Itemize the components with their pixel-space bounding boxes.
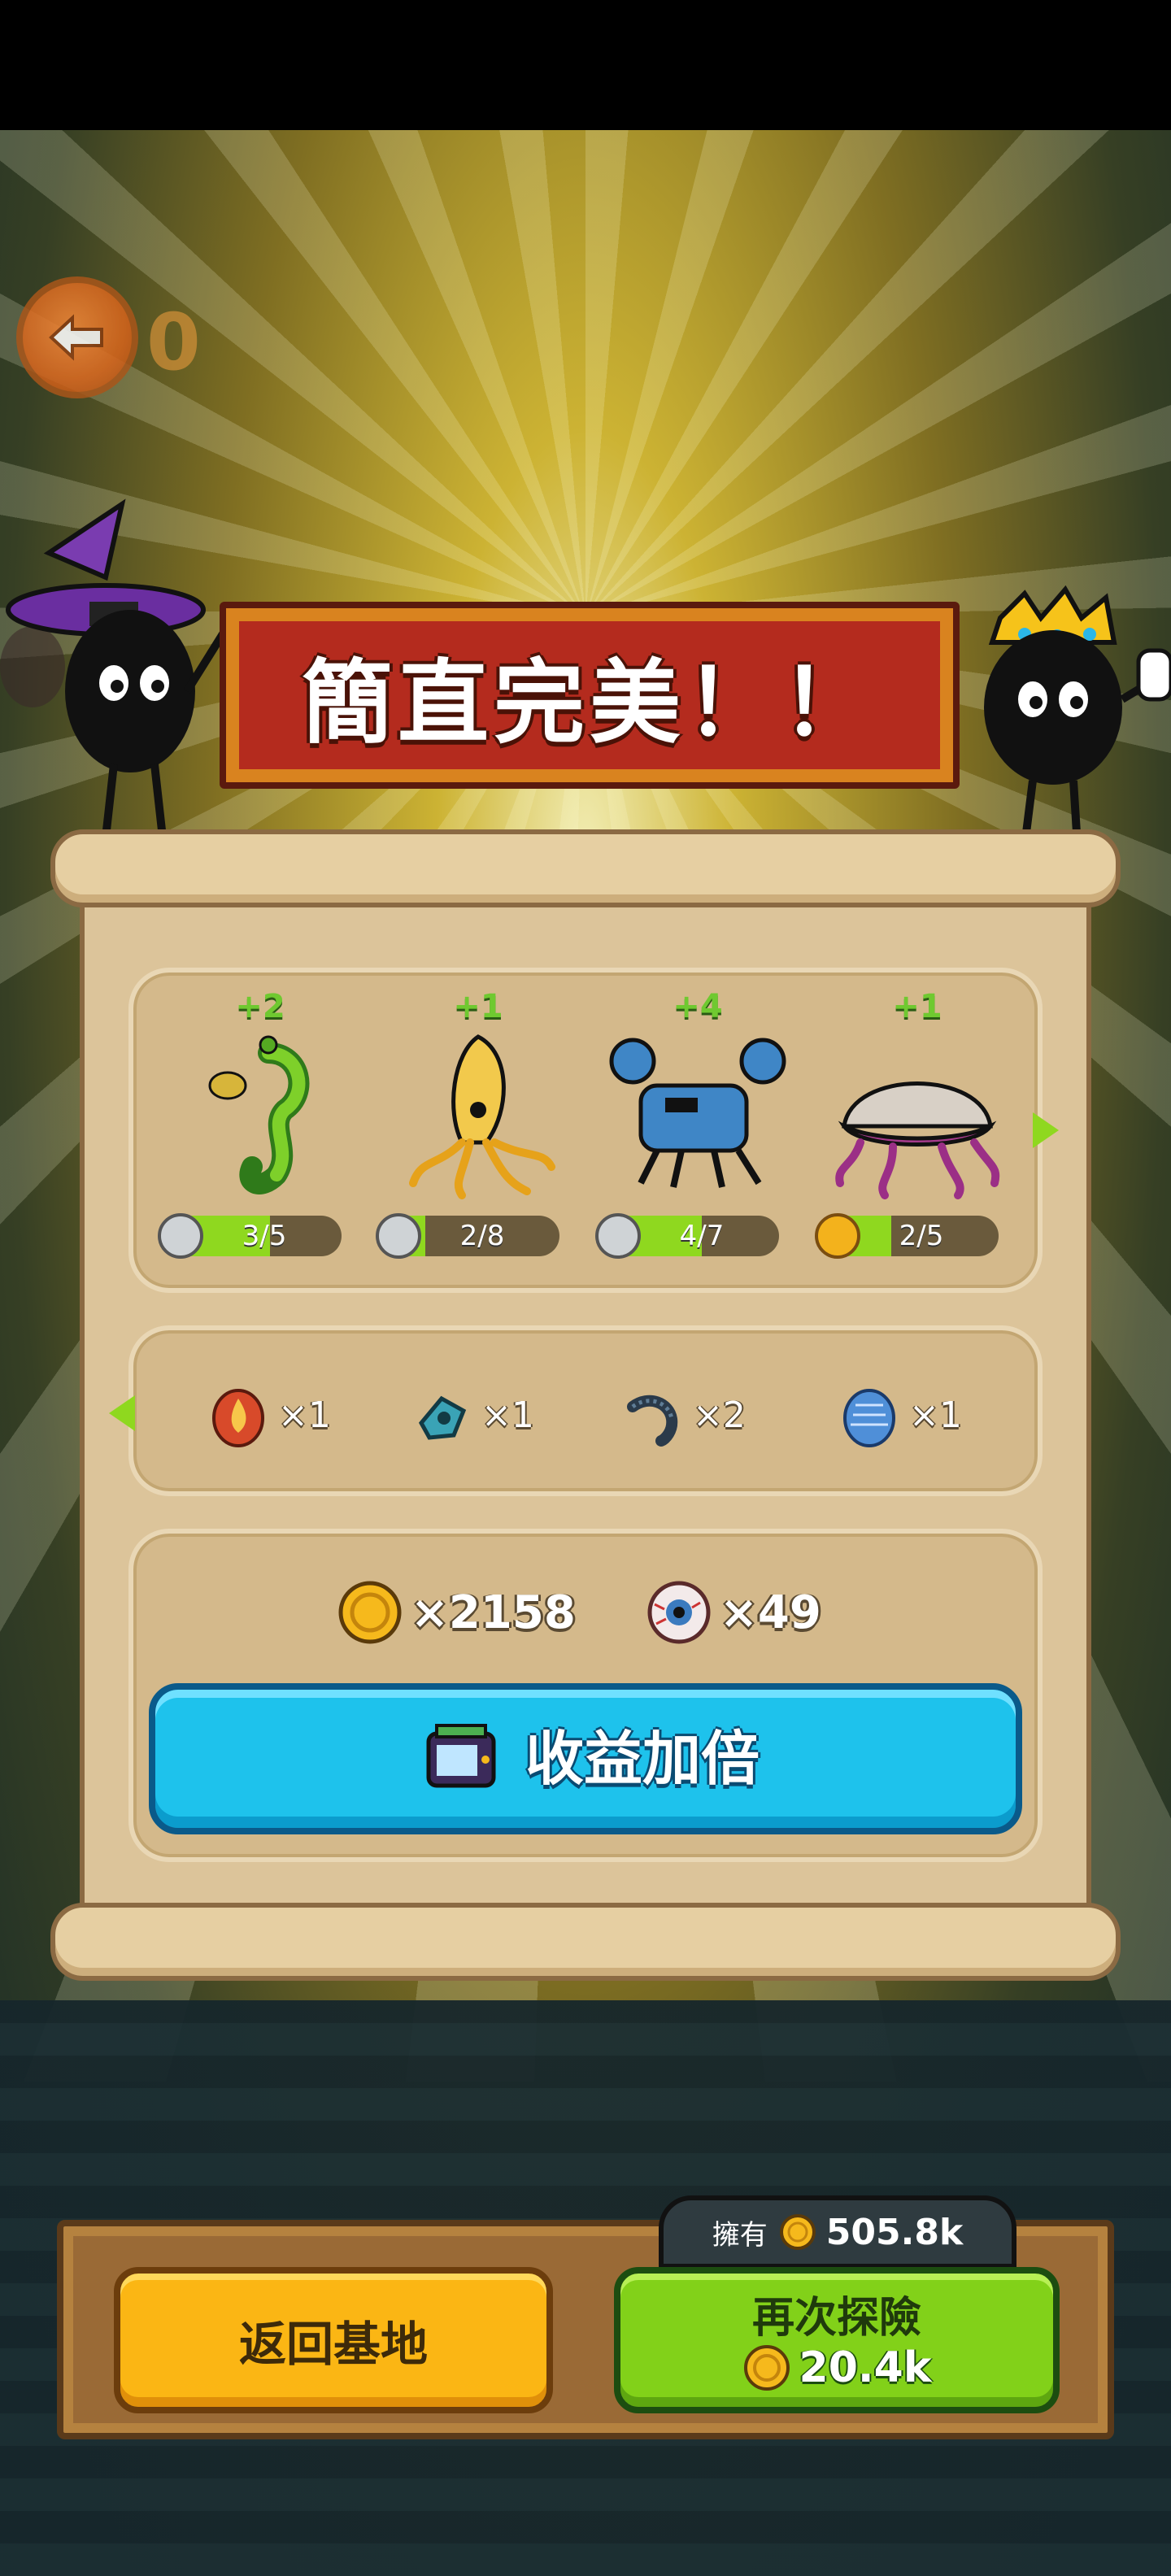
creature-card-crab[interactable]: +4 4/7	[595, 988, 795, 1264]
demon-badge-icon	[815, 1213, 860, 1259]
blue-egg-icon	[843, 1389, 895, 1447]
creature-card-banana-squid[interactable]: +1 2/8	[376, 988, 576, 1264]
seahorse-icon	[208, 1035, 310, 1194]
explore-again-button[interactable]: 再次探險 20.4k	[614, 2267, 1060, 2413]
blue-relic-icon	[418, 1395, 467, 1440]
item-blue-relic: ×1	[413, 1382, 534, 1447]
back-count: 0	[146, 297, 201, 388]
eyeball-icon	[647, 1581, 711, 1644]
progress-text: 4/7	[679, 1220, 725, 1252]
blue-crab-icon	[609, 1038, 786, 1188]
item-count: ×2	[693, 1394, 746, 1436]
back-arrow-icon	[49, 314, 103, 361]
coins-count: ×2158	[411, 1586, 576, 1639]
creature-card-seahorse[interactable]: +2 3/5	[158, 988, 358, 1264]
result-banner: 簡直完美！！	[220, 602, 960, 789]
gold-coin-icon	[743, 2345, 790, 2391]
return-base-button[interactable]: 返回基地	[114, 2267, 553, 2413]
item-count: ×1	[909, 1394, 962, 1436]
explore-again-label: 再次探險	[751, 2294, 921, 2343]
skull-badge-icon	[158, 1213, 203, 1259]
skull-badge-icon	[595, 1213, 641, 1259]
item-count: ×1	[278, 1394, 331, 1436]
item-fire-egg: ×1	[210, 1382, 331, 1447]
progress-text: 2/8	[459, 1220, 505, 1252]
eyes-count: ×49	[720, 1586, 821, 1639]
banana-squid-icon	[409, 1034, 555, 1199]
gold-coin-icon	[779, 2214, 816, 2250]
double-reward-button[interactable]: 收益加倍	[149, 1683, 1022, 1834]
scroll-bottom-rod	[50, 1903, 1121, 1981]
reward-coins: ×2158	[337, 1576, 576, 1649]
owned-label: 擁有	[712, 2218, 768, 2252]
king-character	[984, 585, 1171, 846]
tentacle-clam-icon	[835, 1081, 1000, 1199]
explore-cost: 20.4k	[799, 2343, 932, 2392]
return-base-label: 返回基地	[238, 2317, 428, 2372]
banner-title: 簡直完美！！	[302, 651, 877, 756]
creature-card-clam[interactable]: +1 2/5	[815, 988, 1015, 1264]
item-spiky-worm: ×2	[625, 1382, 746, 1447]
owned-value: 505.8k	[825, 2211, 964, 2253]
progress-text: 3/5	[242, 1220, 287, 1252]
tv-ad-icon	[426, 1724, 496, 1788]
spiky-worm-icon	[627, 1395, 678, 1447]
owned-coins-display: 擁有 505.8k	[659, 2195, 1016, 2269]
back-button[interactable]	[16, 276, 138, 398]
item-blue-egg: ×1	[841, 1382, 962, 1447]
double-reward-label: 收益加倍	[525, 1725, 760, 1793]
next-arrow-icon[interactable]	[1033, 1112, 1059, 1148]
gold-coin-icon	[338, 1581, 402, 1644]
scroll-top-rod	[50, 829, 1121, 907]
witch-character	[0, 498, 232, 838]
explore-cost-row: 20.4k	[620, 2343, 1053, 2392]
fire-egg-icon	[212, 1389, 264, 1447]
reward-eyes: ×49	[646, 1576, 821, 1649]
skull-badge-icon	[376, 1213, 421, 1259]
status-bar	[0, 0, 1171, 130]
item-count: ×1	[481, 1394, 534, 1436]
progress-text: 2/5	[899, 1220, 944, 1252]
prev-arrow-icon[interactable]	[109, 1395, 135, 1431]
